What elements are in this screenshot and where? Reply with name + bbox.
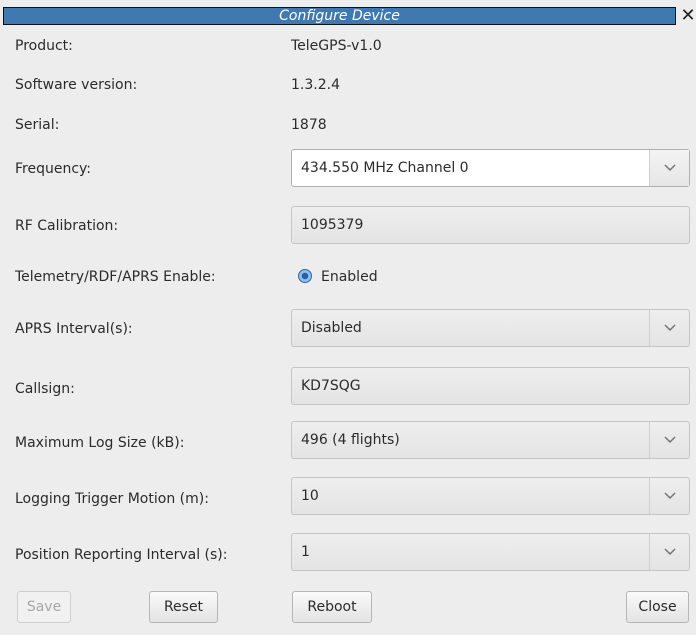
title-bar: Configure Device ✕ <box>0 0 696 29</box>
software-version-label: Software version: <box>15 77 138 93</box>
serial-value: 1878 <box>291 117 327 133</box>
aprs-interval-label: APRS Interval(s): <box>15 321 133 337</box>
title-frame: Configure Device <box>3 7 676 25</box>
close-button[interactable]: Close <box>626 591 689 623</box>
log-size-dropdown-button[interactable] <box>649 422 689 458</box>
callsign-label: Callsign: <box>15 381 75 397</box>
position-interval-label: Position Reporting Interval (s): <box>15 547 228 563</box>
enabled-radio[interactable] <box>298 269 312 283</box>
save-button[interactable]: Save <box>17 591 71 623</box>
product-value: TeleGPS-v1.0 <box>291 38 382 54</box>
reset-button[interactable]: Reset <box>149 591 218 623</box>
trigger-motion-value[interactable]: 10 <box>301 478 319 514</box>
aprs-interval-combo[interactable]: Disabled <box>291 309 690 347</box>
rf-calibration-label: RF Calibration: <box>15 218 119 234</box>
rf-calibration-field[interactable]: 1095379 <box>291 206 690 244</box>
position-interval-dropdown-button[interactable] <box>649 534 689 570</box>
chevron-down-icon <box>664 492 675 499</box>
software-version-value: 1.3.2.4 <box>291 77 340 93</box>
callsign-field[interactable]: KD7SQG <box>291 367 690 405</box>
chevron-down-icon <box>664 548 675 555</box>
callsign-value[interactable]: KD7SQG <box>301 368 361 404</box>
log-size-combo[interactable]: 496 (4 flights) <box>291 421 690 459</box>
rf-calibration-value[interactable]: 1095379 <box>301 207 363 243</box>
log-size-value[interactable]: 496 (4 flights) <box>301 422 400 458</box>
chevron-down-icon <box>664 324 675 331</box>
trigger-motion-dropdown-button[interactable] <box>649 478 689 514</box>
serial-label: Serial: <box>15 117 60 133</box>
frequency-dropdown-button[interactable] <box>649 150 689 186</box>
trigger-motion-combo[interactable]: 10 <box>291 477 690 515</box>
log-size-label: Maximum Log Size (kB): <box>15 435 185 451</box>
position-interval-combo[interactable]: 1 <box>291 533 690 571</box>
position-interval-value[interactable]: 1 <box>301 534 310 570</box>
aprs-dropdown-button[interactable] <box>649 310 689 346</box>
frequency-label: Frequency: <box>15 161 92 177</box>
enabled-radio-label[interactable]: Enabled <box>321 267 378 287</box>
reboot-button[interactable]: Reboot <box>292 591 372 623</box>
close-icon[interactable]: ✕ <box>680 6 696 26</box>
chevron-down-icon <box>664 436 675 443</box>
frequency-value[interactable]: 434.550 MHz Channel 0 <box>301 150 469 186</box>
product-label: Product: <box>15 38 73 54</box>
telemetry-enable-label: Telemetry/RDF/APRS Enable: <box>15 269 216 285</box>
trigger-motion-label: Logging Trigger Motion (m): <box>15 491 209 507</box>
frequency-combo[interactable]: 434.550 MHz Channel 0 <box>291 149 690 187</box>
chevron-down-icon <box>664 164 675 171</box>
aprs-interval-value[interactable]: Disabled <box>301 310 362 346</box>
window-title: Configure Device <box>279 8 400 24</box>
